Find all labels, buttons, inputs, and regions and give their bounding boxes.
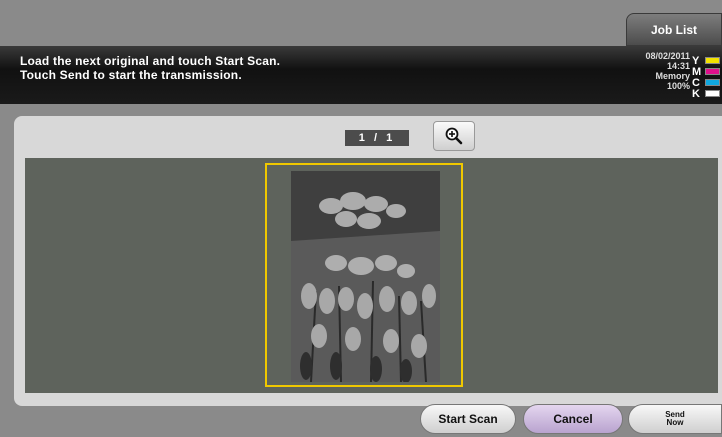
instruction-line-2: Touch Send to start the transmission.: [20, 68, 242, 82]
instruction-message: Load the next original and touch Start S…: [20, 54, 280, 82]
cancel-button[interactable]: Cancel: [523, 404, 623, 434]
send-now-label: Send Now: [665, 411, 685, 427]
toner-y: Y: [692, 55, 720, 67]
page-thumbnail-image: [291, 171, 440, 382]
job-list-button[interactable]: Job List: [626, 13, 722, 46]
zoom-in-icon: [445, 127, 463, 145]
instruction-line-1: Load the next original and touch Start S…: [20, 54, 281, 68]
memory-value: 100%: [666, 81, 690, 91]
status-date: 08/02/2011: [645, 51, 690, 61]
toner-k-bar: [705, 90, 720, 97]
toner-c: C: [692, 77, 720, 89]
zoom-button[interactable]: [433, 121, 475, 151]
toner-m: M: [692, 66, 720, 78]
toner-y-bar: [705, 57, 720, 64]
page-indicator: 1 / 1: [345, 130, 409, 146]
toner-c-bar: [705, 79, 720, 86]
toner-m-bar: [705, 68, 720, 75]
status-time: 14:31: [666, 61, 690, 71]
start-scan-button[interactable]: Start Scan: [420, 404, 516, 434]
top-bar: [0, 0, 722, 46]
memory-label: Memory: [655, 71, 690, 81]
toner-indicator: Y M C K: [692, 55, 720, 100]
send-now-button[interactable]: Send Now: [628, 404, 722, 434]
toner-k: K: [692, 87, 720, 100]
toner-k-label: K: [692, 87, 700, 100]
status-panel: 08/02/2011 14:31 Memory 100%: [645, 51, 690, 91]
message-bar: Load the next original and touch Start S…: [0, 46, 722, 104]
send-now-line-2: Now: [666, 418, 684, 427]
flower-photo: [291, 171, 440, 382]
